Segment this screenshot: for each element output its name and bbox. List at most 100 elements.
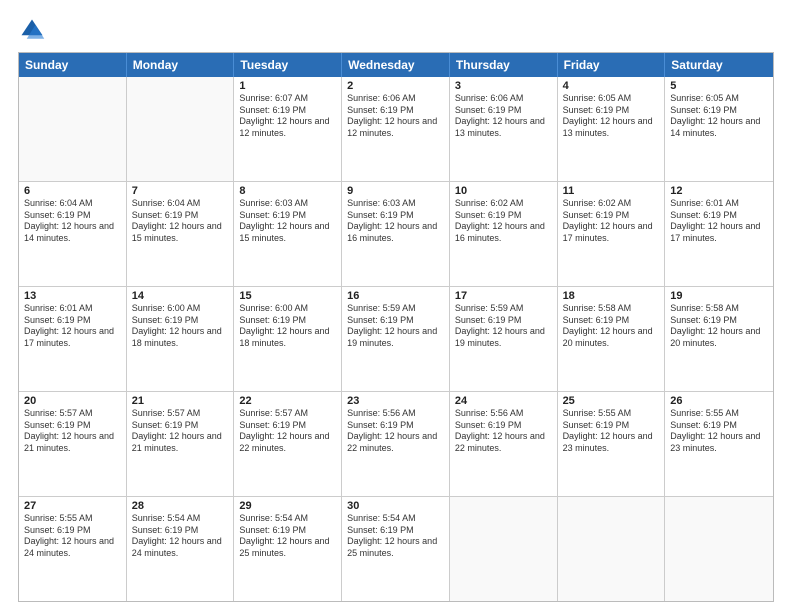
empty-cell-w4-4 (450, 497, 558, 601)
day-25: 25Sunrise: 5:55 AM Sunset: 6:19 PM Dayli… (558, 392, 666, 496)
day-info-4: Sunrise: 6:05 AM Sunset: 6:19 PM Dayligh… (563, 93, 660, 140)
day-6: 6Sunrise: 6:04 AM Sunset: 6:19 PM Daylig… (19, 182, 127, 286)
day-info-10: Sunrise: 6:02 AM Sunset: 6:19 PM Dayligh… (455, 198, 552, 245)
day-29: 29Sunrise: 5:54 AM Sunset: 6:19 PM Dayli… (234, 497, 342, 601)
day-info-20: Sunrise: 5:57 AM Sunset: 6:19 PM Dayligh… (24, 408, 121, 455)
day-info-16: Sunrise: 5:59 AM Sunset: 6:19 PM Dayligh… (347, 303, 444, 350)
day-9: 9Sunrise: 6:03 AM Sunset: 6:19 PM Daylig… (342, 182, 450, 286)
day-5: 5Sunrise: 6:05 AM Sunset: 6:19 PM Daylig… (665, 77, 773, 181)
day-number-7: 7 (132, 185, 229, 197)
day-15: 15Sunrise: 6:00 AM Sunset: 6:19 PM Dayli… (234, 287, 342, 391)
day-17: 17Sunrise: 5:59 AM Sunset: 6:19 PM Dayli… (450, 287, 558, 391)
day-20: 20Sunrise: 5:57 AM Sunset: 6:19 PM Dayli… (19, 392, 127, 496)
day-info-21: Sunrise: 5:57 AM Sunset: 6:19 PM Dayligh… (132, 408, 229, 455)
day-27: 27Sunrise: 5:55 AM Sunset: 6:19 PM Dayli… (19, 497, 127, 601)
day-number-3: 3 (455, 80, 552, 92)
day-info-27: Sunrise: 5:55 AM Sunset: 6:19 PM Dayligh… (24, 513, 121, 560)
header-day-friday: Friday (558, 53, 666, 77)
day-info-29: Sunrise: 5:54 AM Sunset: 6:19 PM Dayligh… (239, 513, 336, 560)
day-8: 8Sunrise: 6:03 AM Sunset: 6:19 PM Daylig… (234, 182, 342, 286)
day-info-6: Sunrise: 6:04 AM Sunset: 6:19 PM Dayligh… (24, 198, 121, 245)
day-number-2: 2 (347, 80, 444, 92)
calendar-header-row: SundayMondayTuesdayWednesdayThursdayFrid… (19, 53, 773, 77)
week-5: 27Sunrise: 5:55 AM Sunset: 6:19 PM Dayli… (19, 497, 773, 601)
day-info-12: Sunrise: 6:01 AM Sunset: 6:19 PM Dayligh… (670, 198, 768, 245)
empty-cell-w4-6 (665, 497, 773, 601)
day-11: 11Sunrise: 6:02 AM Sunset: 6:19 PM Dayli… (558, 182, 666, 286)
day-number-13: 13 (24, 290, 121, 302)
day-7: 7Sunrise: 6:04 AM Sunset: 6:19 PM Daylig… (127, 182, 235, 286)
day-22: 22Sunrise: 5:57 AM Sunset: 6:19 PM Dayli… (234, 392, 342, 496)
day-number-26: 26 (670, 395, 768, 407)
day-number-8: 8 (239, 185, 336, 197)
header-day-thursday: Thursday (450, 53, 558, 77)
week-4: 20Sunrise: 5:57 AM Sunset: 6:19 PM Dayli… (19, 392, 773, 497)
day-info-28: Sunrise: 5:54 AM Sunset: 6:19 PM Dayligh… (132, 513, 229, 560)
day-19: 19Sunrise: 5:58 AM Sunset: 6:19 PM Dayli… (665, 287, 773, 391)
day-number-5: 5 (670, 80, 768, 92)
day-number-9: 9 (347, 185, 444, 197)
day-16: 16Sunrise: 5:59 AM Sunset: 6:19 PM Dayli… (342, 287, 450, 391)
day-info-25: Sunrise: 5:55 AM Sunset: 6:19 PM Dayligh… (563, 408, 660, 455)
day-number-19: 19 (670, 290, 768, 302)
day-number-17: 17 (455, 290, 552, 302)
week-2: 6Sunrise: 6:04 AM Sunset: 6:19 PM Daylig… (19, 182, 773, 287)
day-number-27: 27 (24, 500, 121, 512)
header-day-sunday: Sunday (19, 53, 127, 77)
logo (18, 16, 50, 44)
day-24: 24Sunrise: 5:56 AM Sunset: 6:19 PM Dayli… (450, 392, 558, 496)
header (18, 16, 774, 44)
day-info-22: Sunrise: 5:57 AM Sunset: 6:19 PM Dayligh… (239, 408, 336, 455)
day-info-5: Sunrise: 6:05 AM Sunset: 6:19 PM Dayligh… (670, 93, 768, 140)
day-number-1: 1 (239, 80, 336, 92)
day-23: 23Sunrise: 5:56 AM Sunset: 6:19 PM Dayli… (342, 392, 450, 496)
day-number-11: 11 (563, 185, 660, 197)
empty-cell-w0-0 (19, 77, 127, 181)
day-number-29: 29 (239, 500, 336, 512)
calendar: SundayMondayTuesdayWednesdayThursdayFrid… (18, 52, 774, 602)
day-number-23: 23 (347, 395, 444, 407)
week-3: 13Sunrise: 6:01 AM Sunset: 6:19 PM Dayli… (19, 287, 773, 392)
day-info-9: Sunrise: 6:03 AM Sunset: 6:19 PM Dayligh… (347, 198, 444, 245)
day-3: 3Sunrise: 6:06 AM Sunset: 6:19 PM Daylig… (450, 77, 558, 181)
day-28: 28Sunrise: 5:54 AM Sunset: 6:19 PM Dayli… (127, 497, 235, 601)
day-info-7: Sunrise: 6:04 AM Sunset: 6:19 PM Dayligh… (132, 198, 229, 245)
day-info-18: Sunrise: 5:58 AM Sunset: 6:19 PM Dayligh… (563, 303, 660, 350)
day-13: 13Sunrise: 6:01 AM Sunset: 6:19 PM Dayli… (19, 287, 127, 391)
day-number-6: 6 (24, 185, 121, 197)
day-info-14: Sunrise: 6:00 AM Sunset: 6:19 PM Dayligh… (132, 303, 229, 350)
logo-icon (18, 16, 46, 44)
empty-cell-w0-1 (127, 77, 235, 181)
day-number-14: 14 (132, 290, 229, 302)
day-number-4: 4 (563, 80, 660, 92)
day-info-8: Sunrise: 6:03 AM Sunset: 6:19 PM Dayligh… (239, 198, 336, 245)
day-number-16: 16 (347, 290, 444, 302)
day-number-12: 12 (670, 185, 768, 197)
day-18: 18Sunrise: 5:58 AM Sunset: 6:19 PM Dayli… (558, 287, 666, 391)
day-12: 12Sunrise: 6:01 AM Sunset: 6:19 PM Dayli… (665, 182, 773, 286)
day-number-20: 20 (24, 395, 121, 407)
day-26: 26Sunrise: 5:55 AM Sunset: 6:19 PM Dayli… (665, 392, 773, 496)
day-30: 30Sunrise: 5:54 AM Sunset: 6:19 PM Dayli… (342, 497, 450, 601)
day-info-30: Sunrise: 5:54 AM Sunset: 6:19 PM Dayligh… (347, 513, 444, 560)
day-10: 10Sunrise: 6:02 AM Sunset: 6:19 PM Dayli… (450, 182, 558, 286)
day-number-22: 22 (239, 395, 336, 407)
day-info-24: Sunrise: 5:56 AM Sunset: 6:19 PM Dayligh… (455, 408, 552, 455)
header-day-wednesday: Wednesday (342, 53, 450, 77)
day-21: 21Sunrise: 5:57 AM Sunset: 6:19 PM Dayli… (127, 392, 235, 496)
day-1: 1Sunrise: 6:07 AM Sunset: 6:19 PM Daylig… (234, 77, 342, 181)
day-info-11: Sunrise: 6:02 AM Sunset: 6:19 PM Dayligh… (563, 198, 660, 245)
day-number-24: 24 (455, 395, 552, 407)
header-day-monday: Monday (127, 53, 235, 77)
day-2: 2Sunrise: 6:06 AM Sunset: 6:19 PM Daylig… (342, 77, 450, 181)
day-number-18: 18 (563, 290, 660, 302)
week-1: 1Sunrise: 6:07 AM Sunset: 6:19 PM Daylig… (19, 77, 773, 182)
day-number-21: 21 (132, 395, 229, 407)
day-14: 14Sunrise: 6:00 AM Sunset: 6:19 PM Dayli… (127, 287, 235, 391)
empty-cell-w4-5 (558, 497, 666, 601)
day-info-19: Sunrise: 5:58 AM Sunset: 6:19 PM Dayligh… (670, 303, 768, 350)
day-number-10: 10 (455, 185, 552, 197)
day-info-26: Sunrise: 5:55 AM Sunset: 6:19 PM Dayligh… (670, 408, 768, 455)
day-info-3: Sunrise: 6:06 AM Sunset: 6:19 PM Dayligh… (455, 93, 552, 140)
page: SundayMondayTuesdayWednesdayThursdayFrid… (0, 0, 792, 612)
